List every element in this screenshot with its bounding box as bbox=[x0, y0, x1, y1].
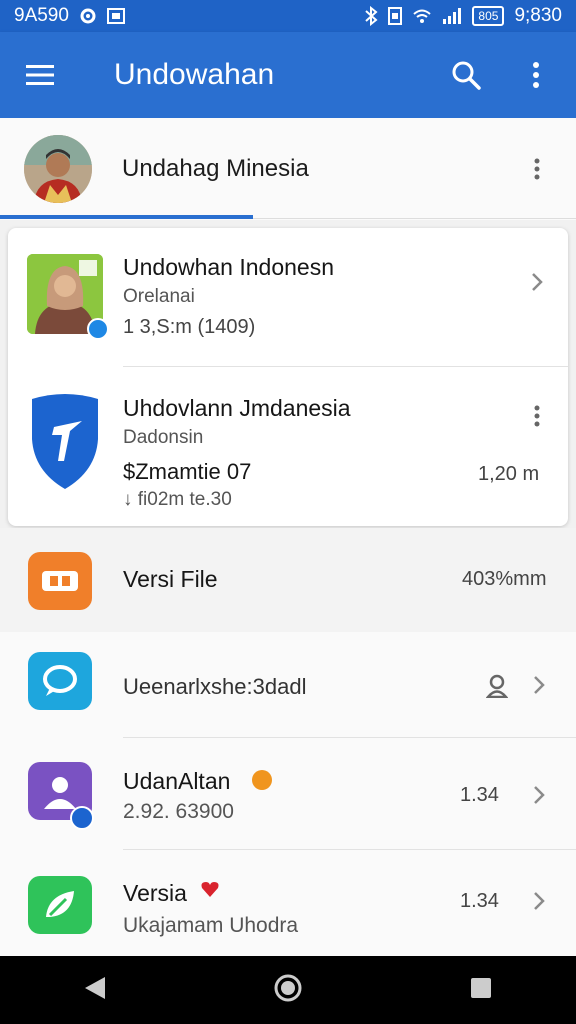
item-subtitle: 2.92. 63900 bbox=[123, 800, 234, 823]
profile-name: Undahag Minesia bbox=[122, 155, 309, 182]
item-title: Versi File bbox=[123, 566, 218, 592]
item-subtitle: Orelanai bbox=[123, 286, 195, 307]
signal-icon bbox=[442, 8, 462, 24]
status-left-text: 9A590 bbox=[14, 5, 69, 26]
item-meta: 1 3,S:m (1409) bbox=[123, 316, 256, 338]
item-title: Ueenarlxshe:3dadl bbox=[123, 674, 307, 699]
shield-icon bbox=[26, 391, 104, 496]
chat-icon bbox=[28, 652, 92, 710]
item-subtitle: Ukajamam Uhodra bbox=[123, 914, 299, 937]
chevron-right-icon bbox=[532, 890, 546, 917]
list-item[interactable]: Uhdovlann Jmdanesia Dadonsin $Zmamtie 07… bbox=[8, 367, 568, 526]
back-icon[interactable] bbox=[83, 975, 107, 1006]
home-icon[interactable] bbox=[273, 973, 303, 1008]
battery-icon: 805 bbox=[472, 6, 505, 26]
item-right-value: 1,20 m bbox=[478, 463, 540, 485]
notification-icon bbox=[106, 8, 125, 24]
item-title: Uhdovlann Jmdanesia bbox=[123, 395, 351, 421]
system-nav-bar bbox=[0, 956, 576, 1024]
list-item[interactable]: Versi File 403%mm bbox=[0, 528, 576, 632]
list-item[interactable]: Ueenarlxshe:3dadl bbox=[0, 632, 576, 738]
item-title: Undowhan Indonesn bbox=[123, 254, 334, 280]
list-item[interactable]: UdanAltan 2.92. 63900 1.34 bbox=[0, 738, 576, 850]
status-time: 9;830 bbox=[514, 5, 562, 26]
tab-indicator bbox=[0, 215, 253, 219]
file-icon bbox=[28, 552, 92, 610]
item-more-icon[interactable] bbox=[534, 405, 540, 432]
profile-more-icon[interactable] bbox=[522, 149, 552, 189]
list-item[interactable]: Versia Ukajamam Uhodra 1.34 bbox=[0, 850, 576, 956]
avatar bbox=[24, 135, 92, 203]
recents-icon[interactable] bbox=[469, 976, 493, 1005]
item-price: $Zmamtie 07 bbox=[123, 459, 252, 484]
sim-icon bbox=[388, 7, 403, 25]
wifi-icon bbox=[412, 7, 432, 25]
verified-icon bbox=[87, 318, 109, 340]
group-badge-icon bbox=[70, 806, 94, 830]
bluetooth-icon bbox=[364, 6, 378, 26]
more-vert-icon[interactable] bbox=[514, 53, 558, 97]
item-title: Versia bbox=[123, 880, 187, 906]
chevron-right-icon bbox=[532, 784, 546, 811]
app-bar: Undowahan bbox=[0, 32, 576, 118]
item-subtitle: Dadonsin bbox=[123, 427, 204, 448]
menu-icon[interactable] bbox=[18, 53, 62, 97]
status-bar: 9A590 805 9;830 bbox=[0, 0, 576, 32]
profile-row[interactable]: Undahag Minesia bbox=[0, 118, 576, 220]
item-right-value: 1.34 bbox=[460, 784, 499, 806]
chevron-right-icon bbox=[532, 674, 546, 701]
list-item[interactable]: Undowhan Indonesn Orelanai 1 3,S:m (1409… bbox=[8, 228, 568, 366]
search-icon[interactable] bbox=[444, 53, 488, 97]
featured-list-card: Undowhan Indonesn Orelanai 1 3,S:m (1409… bbox=[8, 228, 568, 526]
person-icon bbox=[485, 674, 509, 703]
heart-badge-icon bbox=[200, 880, 220, 903]
alert-dot-icon bbox=[252, 770, 272, 790]
leaf-icon bbox=[28, 876, 92, 934]
sync-icon bbox=[79, 7, 97, 25]
item-right-value: 1.34 bbox=[460, 890, 499, 912]
item-right-value: 403%mm bbox=[462, 568, 547, 590]
item-download-info: ↓ fi02m te.30 bbox=[123, 489, 232, 510]
chevron-right-icon bbox=[530, 268, 544, 300]
item-title: UdanAltan bbox=[123, 768, 231, 794]
app-title: Undowahan bbox=[114, 58, 275, 91]
